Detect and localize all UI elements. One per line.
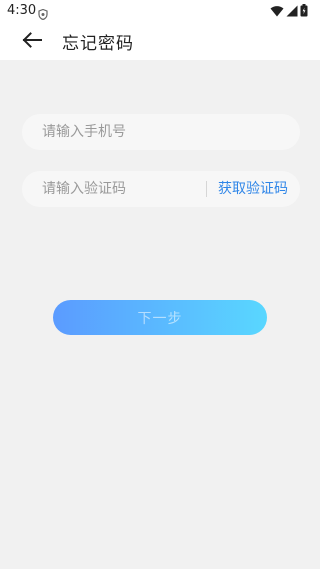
next-button[interactable]: 下一步: [53, 300, 267, 335]
app-bar: 忘记密码: [0, 22, 320, 60]
verification-code-field: 获取验证码: [22, 171, 300, 207]
page-title: 忘记密码: [62, 34, 134, 54]
shield-icon: [38, 5, 48, 21]
arrow-left-icon: [22, 32, 42, 52]
battery-icon: [300, 2, 308, 21]
signal-icon: [286, 2, 298, 21]
verification-code-input[interactable]: [42, 171, 212, 207]
phone-input[interactable]: [42, 114, 212, 150]
get-code-button[interactable]: 获取验证码: [218, 171, 288, 207]
status-bar: 4:30: [0, 0, 320, 22]
phone-field: [22, 114, 300, 150]
status-icons: [270, 2, 308, 21]
wifi-icon: [270, 2, 284, 21]
field-divider: [206, 181, 207, 197]
status-time: 4:30: [7, 3, 37, 18]
back-button[interactable]: [18, 28, 46, 56]
